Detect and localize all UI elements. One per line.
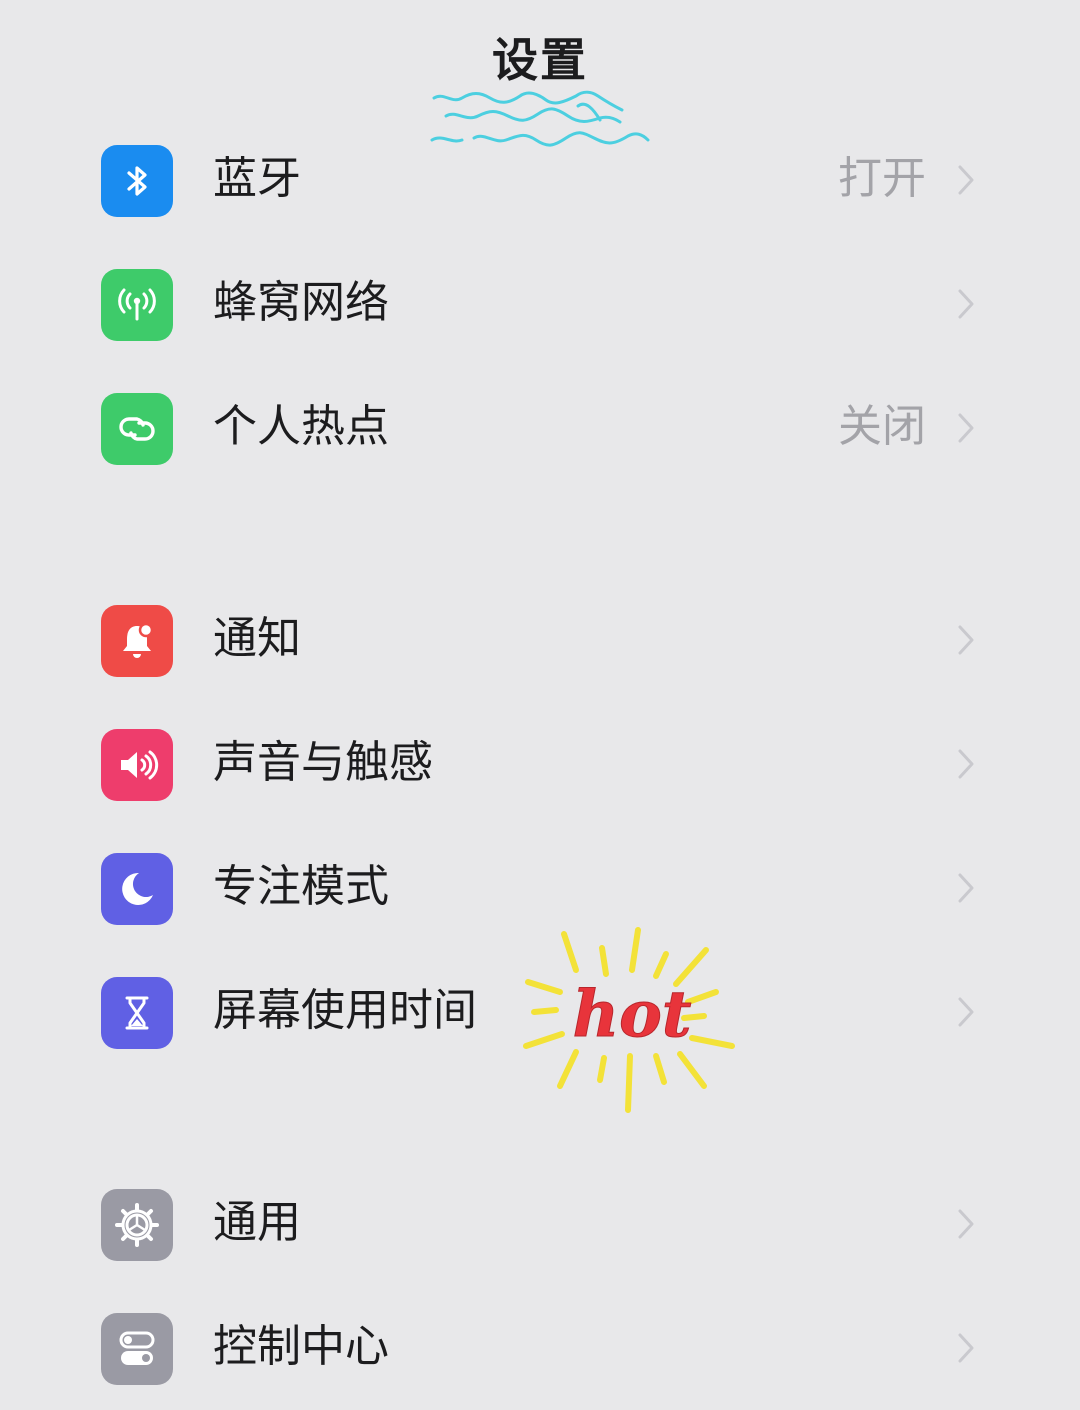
toggle-switches-icon xyxy=(101,1313,173,1385)
row-label: 通知 xyxy=(213,613,301,664)
settings-row-general[interactable]: 通用 xyxy=(0,1169,1080,1279)
row-label: 声音与触感 xyxy=(213,737,433,788)
row-value: 关闭 xyxy=(838,401,926,452)
settings-row-hotspot[interactable]: 个人热点 关闭 xyxy=(0,373,1080,483)
hourglass-icon xyxy=(101,977,173,1049)
row-label: 蜂窝网络 xyxy=(213,277,389,328)
settings-row-bluetooth[interactable]: 蓝牙 打开 xyxy=(0,125,1080,235)
row-label: 专注模式 xyxy=(213,861,389,912)
cellular-antenna-icon xyxy=(101,269,173,341)
chevron-right-icon xyxy=(958,289,974,319)
page-title: 设置 xyxy=(492,33,588,87)
chevron-right-icon xyxy=(958,997,974,1027)
bluetooth-icon xyxy=(101,145,173,217)
hot-sticker: hot xyxy=(523,927,735,1113)
chevron-right-icon xyxy=(958,749,974,779)
moon-icon xyxy=(101,853,173,925)
settings-row-notifications[interactable]: 通知 xyxy=(0,585,1080,695)
chevron-right-icon xyxy=(958,625,974,655)
chevron-right-icon xyxy=(958,1333,974,1363)
row-label: 屏幕使用时间 xyxy=(213,985,477,1036)
row-label: 蓝牙 xyxy=(213,153,301,204)
row-label: 个人热点 xyxy=(213,401,389,452)
row-value: 打开 xyxy=(838,153,926,204)
chevron-right-icon xyxy=(958,413,974,443)
settings-row-control-center[interactable]: 控制中心 xyxy=(0,1293,1080,1403)
speaker-icon xyxy=(101,729,173,801)
settings-row-sounds[interactable]: 声音与触感 xyxy=(0,709,1080,819)
row-label: 通用 xyxy=(213,1197,301,1248)
chevron-right-icon xyxy=(958,165,974,195)
settings-row-cellular[interactable]: 蜂窝网络 xyxy=(0,249,1080,359)
gear-icon xyxy=(101,1189,173,1261)
chevron-right-icon xyxy=(958,873,974,903)
bell-icon xyxy=(101,605,173,677)
hotspot-link-icon xyxy=(101,393,173,465)
hot-sticker-text: hot xyxy=(573,977,692,1052)
row-label: 控制中心 xyxy=(213,1321,389,1372)
chevron-right-icon xyxy=(958,1209,974,1239)
